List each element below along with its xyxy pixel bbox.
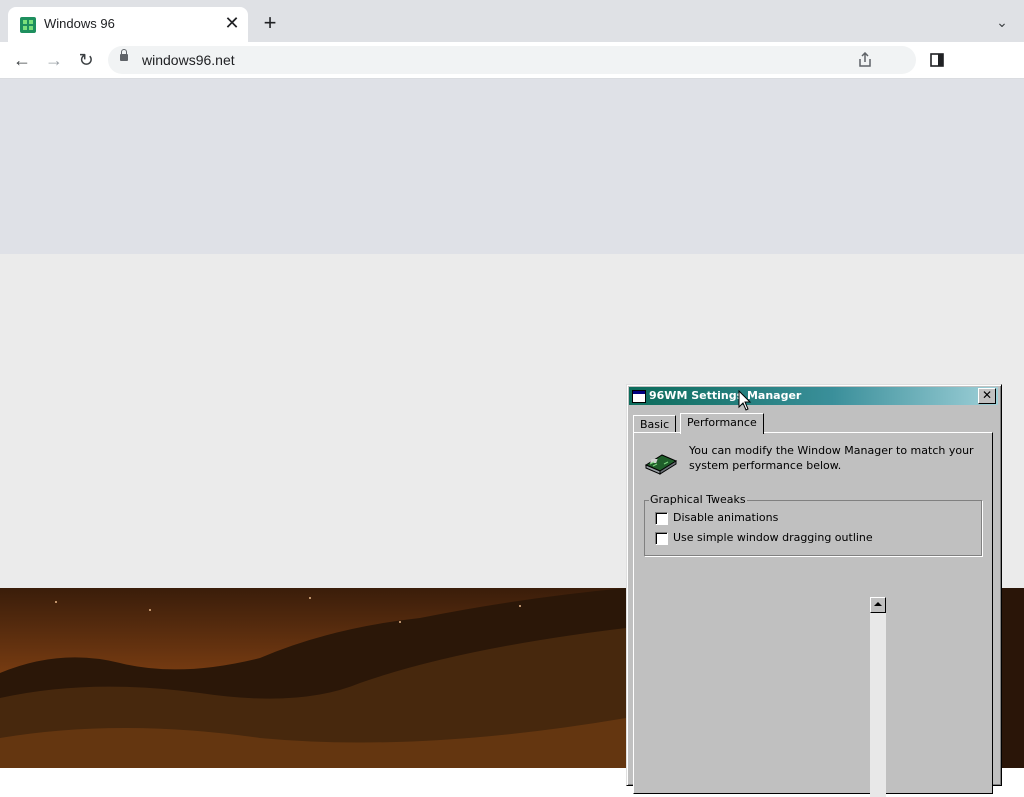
share-icon[interactable]: [858, 52, 872, 68]
address-bar[interactable]: windows96.net: [108, 46, 916, 74]
group-label: Graphical Tweaks: [649, 493, 747, 506]
simple-drag-outline-checkbox[interactable]: [655, 532, 668, 545]
lock-icon: [120, 49, 128, 61]
settings-manager-window[interactable]: 96WM Settings Manager ✕ Basic Performanc…: [626, 384, 1002, 797]
disable-animations-checkbox[interactable]: [655, 512, 668, 525]
page-top-band: [0, 79, 1024, 254]
browser-tab[interactable]: Windows 96 ✕: [8, 7, 248, 42]
mouse-pointer-icon: [738, 390, 752, 411]
window-titlebar[interactable]: 96WM Settings Manager ✕: [629, 387, 998, 405]
performance-panel: You can modify the Window Manager to mat…: [633, 432, 993, 797]
tab-strip: Windows 96 ✕ + ⌄: [0, 0, 1024, 42]
tab-title: Windows 96: [44, 16, 115, 31]
window-close-button[interactable]: ✕: [978, 388, 996, 404]
graphical-tweaks-group: Graphical Tweaks Disable animations Use …: [644, 493, 982, 556]
reload-button[interactable]: ↻: [74, 48, 98, 72]
vertical-scrollbar[interactable]: [870, 597, 886, 797]
back-button[interactable]: ←: [10, 48, 34, 72]
graphics-card-icon: [644, 454, 678, 475]
window-title: 96WM Settings Manager: [649, 389, 802, 402]
forward-button[interactable]: →: [42, 48, 66, 72]
windows96-favicon-icon: [20, 17, 36, 33]
tab-performance[interactable]: Performance: [680, 413, 764, 434]
browser-toolbar: ← → ↻ windows96.net: [0, 42, 1024, 79]
side-panel-icon[interactable]: [930, 53, 944, 67]
tab-close-icon[interactable]: ✕: [222, 13, 242, 33]
window-app-icon: [632, 390, 646, 403]
scroll-up-arrow-icon[interactable]: [870, 597, 886, 613]
tab-search-chevron-icon[interactable]: ⌄: [992, 12, 1012, 32]
disable-animations-label[interactable]: Disable animations: [673, 511, 778, 525]
url-text[interactable]: windows96.net: [142, 52, 235, 68]
performance-description: You can modify the Window Manager to mat…: [689, 444, 974, 472]
simple-drag-outline-label[interactable]: Use simple window dragging outline: [673, 531, 873, 545]
new-tab-button[interactable]: +: [258, 12, 282, 36]
